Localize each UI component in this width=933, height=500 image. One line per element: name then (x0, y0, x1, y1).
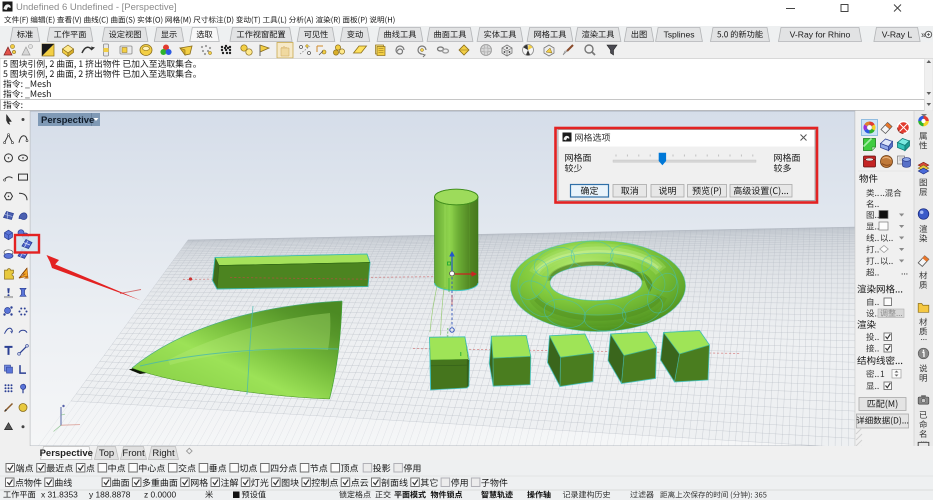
svg-text:z 0.0000: z 0.0000 (144, 490, 176, 500)
svg-text:V-Ray for Rhino: V-Ray for Rhino (790, 30, 851, 40)
svg-text:V-Ray L: V-Ray L (882, 30, 913, 40)
svg-text:Undefined 6 Undefined - [Persp: Undefined 6 Undefined - [Perspective] (16, 2, 177, 13)
svg-text:Perspective: Perspective (40, 448, 93, 459)
svg-text:Top: Top (99, 448, 114, 459)
svg-text:x 31.8353: x 31.8353 (41, 490, 78, 500)
svg-text:Front: Front (122, 448, 145, 459)
svg-text:Tsplines: Tsplines (663, 30, 694, 40)
svg-text:Right: Right (152, 448, 175, 459)
svg-text:y 188.8878: y 188.8878 (89, 490, 131, 500)
svg-text:Perspective: Perspective (41, 115, 94, 126)
